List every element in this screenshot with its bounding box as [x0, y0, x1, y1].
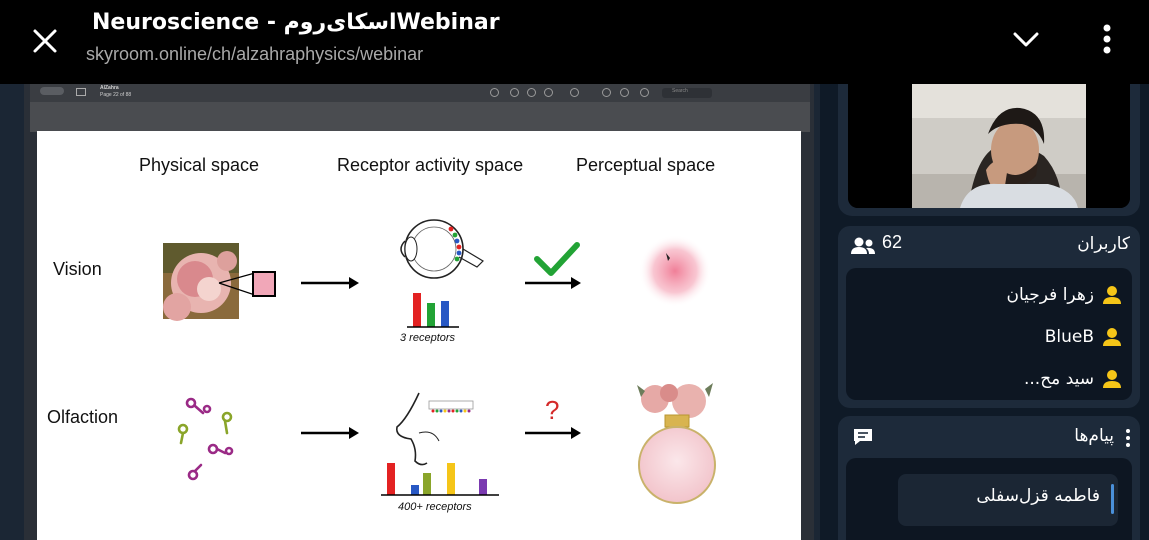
sidebar-toggle-icon[interactable] — [76, 88, 86, 96]
question-mark: ? — [545, 395, 559, 425]
arrow-olfaction-2 — [525, 427, 581, 439]
messages-panel: پیام‌ها فاطمه قزل‌سفلی — [838, 416, 1140, 540]
user-name: سید مح... — [1024, 369, 1094, 389]
info-icon[interactable] — [490, 88, 499, 97]
more-vertical-icon — [1103, 24, 1111, 54]
zoom-in-icon[interactable] — [527, 88, 536, 97]
bars-3-receptors — [407, 293, 459, 328]
user-name: BlueB — [1044, 327, 1094, 347]
zoom-out-icon[interactable] — [510, 88, 519, 97]
more-options-button[interactable] — [1092, 20, 1122, 60]
annotate-icon[interactable] — [620, 88, 629, 97]
user-item[interactable]: زهرا فرجیان — [1007, 280, 1123, 310]
webcam-feed[interactable] — [848, 84, 1130, 208]
right-sidebar: 62 کاربران زهرا فرجیان BlueB سید مح... پ… — [820, 84, 1149, 540]
user-icon — [1103, 370, 1121, 388]
messages-menu-icon[interactable] — [1124, 428, 1132, 448]
messages-title: پیام‌ها — [1074, 426, 1114, 446]
presenter-video — [848, 84, 1130, 208]
chevron-down-icon — [1013, 32, 1039, 47]
bars-400-receptors — [381, 463, 499, 496]
user-icon — [1103, 286, 1121, 304]
chat-icon[interactable] — [852, 427, 874, 447]
messages-list: فاطمه قزل‌سفلی — [846, 458, 1132, 540]
highlight-icon[interactable] — [640, 88, 649, 97]
users-icon — [851, 237, 875, 254]
close-button[interactable] — [26, 22, 64, 60]
eye-diagram — [400, 219, 484, 279]
pdf-search-field[interactable]: Search — [662, 88, 712, 98]
nose-diagram — [395, 392, 474, 466]
pdf-toolbar: AlZahra Page 22 of 88 Search — [30, 84, 810, 102]
window-controls[interactable] — [40, 87, 64, 95]
arrow-olfaction-1 — [301, 427, 359, 439]
caption-400-receptors: 400+ receptors — [398, 501, 472, 513]
message-item[interactable]: فاطمه قزل‌سفلی — [898, 474, 1118, 526]
user-item[interactable]: سید مح... — [1024, 364, 1122, 394]
message-sender: فاطمه قزل‌سفلی — [976, 486, 1100, 506]
pdf-page-info: Page 22 of 88 — [100, 92, 132, 98]
video-panel — [838, 84, 1140, 216]
markup-icon[interactable] — [570, 88, 579, 97]
arrow-vision-2 — [525, 277, 581, 289]
user-icon — [1103, 328, 1121, 346]
top-bar: Neuroscience - اسکای‌روم‌Webinar skyroom… — [0, 0, 1149, 84]
color-sample-square — [252, 271, 276, 297]
presentation-slide: Physical space Receptor activity space P… — [37, 131, 801, 540]
collapse-button[interactable] — [1008, 24, 1044, 56]
share-icon[interactable] — [544, 88, 553, 97]
close-icon — [33, 29, 57, 53]
message-accent-bar — [1111, 484, 1114, 514]
pdf-margin — [30, 102, 810, 132]
users-list: زهرا فرجیان BlueB سید مح... — [846, 268, 1132, 400]
perceived-color-dot — [639, 235, 711, 307]
users-count: 62 — [882, 232, 903, 252]
users-panel: 62 کاربران زهرا فرجیان BlueB سید مح... — [838, 226, 1140, 408]
user-item[interactable]: BlueB — [1045, 322, 1122, 352]
odor-molecules — [177, 397, 234, 481]
rose-painting — [163, 243, 239, 321]
pdf-doc-name: AlZahra — [100, 85, 119, 91]
caption-3-receptors: 3 receptors — [400, 332, 456, 344]
rotate-icon[interactable] — [602, 88, 611, 97]
perfume-bottle — [637, 383, 716, 504]
page-url: skyroom.online/ch/alzahraphysics/webinar — [86, 44, 424, 64]
check-icon — [534, 242, 580, 276]
user-name: زهرا فرجیان — [1006, 285, 1095, 305]
users-title: کاربران — [1077, 234, 1130, 254]
page-title: Neuroscience - اسکای‌روم‌Webinar — [92, 10, 500, 35]
arrow-vision-1 — [301, 277, 359, 289]
